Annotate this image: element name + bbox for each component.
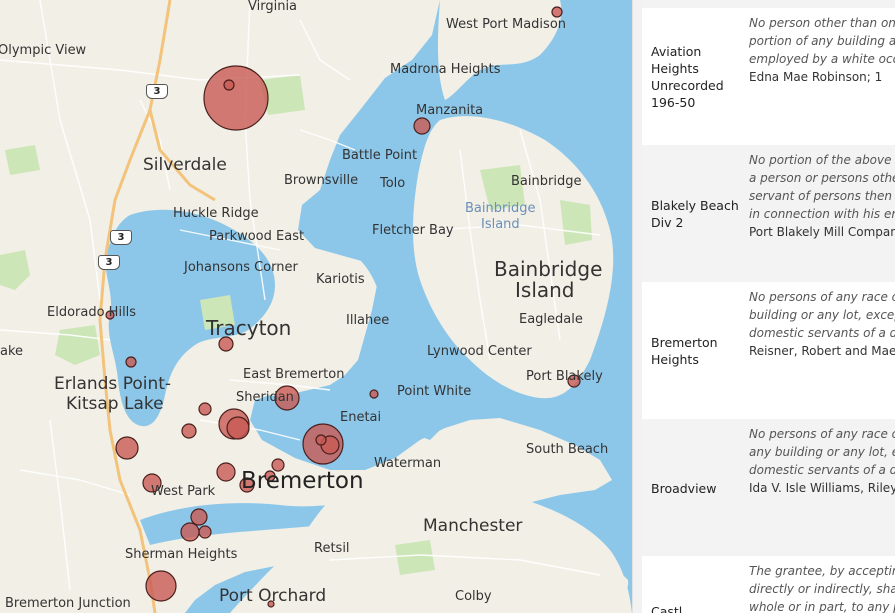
place-label: East Bremerton — [243, 367, 345, 382]
map-marker[interactable] — [551, 6, 563, 18]
covenant-text: in connection with his en — [749, 207, 895, 221]
covenant-detail: The grantee, by acceptin directly or ind… — [749, 562, 895, 613]
place-label: Lynwood Center — [427, 344, 532, 359]
place-label: Illahee — [346, 313, 390, 328]
place-label: Kitsap Lake — [66, 394, 164, 414]
place-label: Manchester — [423, 516, 523, 536]
place-label: Eldorado Hills — [47, 305, 137, 320]
place-label: Brownsville — [284, 173, 359, 188]
covenant-detail: No persons of any race o any building or… — [749, 425, 895, 497]
place-label: Battle Point — [342, 148, 418, 163]
place-label: Port Orchard — [219, 586, 327, 606]
place-label: Parkwood East — [209, 229, 305, 244]
place-label: Island — [481, 217, 520, 232]
covenant-text: domestic servants of a d — [749, 326, 895, 340]
place-label: Tolo — [380, 176, 406, 191]
covenant-table: Aviation Heights Unrecorded 196-50 No pe… — [642, 0, 895, 613]
signers-text: Reisner, Robert and Mae — [749, 344, 895, 358]
place-label: Huckle Ridge — [173, 206, 259, 221]
signers-text: Ida V. Isle Williams, Riley — [749, 481, 895, 495]
place-label: Virginia — [248, 0, 298, 14]
map-marker[interactable] — [198, 525, 212, 539]
map-marker[interactable] — [223, 79, 235, 91]
map-marker[interactable] — [216, 462, 236, 482]
place-label: Fletcher Bay — [372, 223, 454, 238]
place-label: Point White — [397, 384, 472, 399]
covenant-text: servant of persons then — [749, 189, 893, 203]
map-marker[interactable] — [181, 423, 197, 439]
map-marker[interactable] — [198, 402, 212, 416]
table-row[interactable]: Bremerton Heights No persons of any race… — [642, 282, 895, 419]
place-label: Eagledale — [519, 312, 583, 327]
covenant-text: The grantee, by acceptin — [749, 564, 895, 578]
subdivision-name: Bremerton Heights — [651, 335, 718, 367]
covenant-text: portion of any building a — [749, 34, 895, 48]
map-marker[interactable] — [413, 117, 431, 135]
signers-text: Edna Mae Robinson; 1 — [749, 70, 883, 84]
place-label: Port Blakely — [526, 369, 603, 384]
place-label: Sherman Heights — [125, 547, 238, 562]
map-marker[interactable] — [125, 356, 137, 368]
place-label: Bremerton — [241, 468, 364, 494]
signers-text: Port Blakely Mill Compan — [749, 225, 895, 239]
place-label: Johansons Corner — [184, 260, 298, 275]
place-label: Island — [515, 278, 575, 302]
subdivision-name: Aviation Heights Unrecorded 196-50 — [651, 44, 724, 110]
table-row[interactable]: Broadview No persons of any race o any b… — [642, 419, 895, 556]
covenant-detail: No persons of any race o building or any… — [749, 288, 895, 360]
table-row[interactable]: Castl The grantee, by acceptin directly … — [642, 556, 895, 613]
subdivision-name: Castl — [651, 604, 683, 613]
place-label: Bainbridge — [494, 257, 603, 281]
covenant-text: domestic servants of a d — [749, 463, 895, 477]
place-label: Bremerton Junction — [5, 596, 131, 611]
covenant-detail: No portion of the above p a person or pe… — [749, 151, 895, 241]
covenant-text: any building or any lot, e — [749, 445, 895, 459]
place-label: Madrona Heights — [390, 62, 501, 77]
map-marker[interactable] — [315, 434, 327, 446]
highway-shield: 3 — [98, 255, 120, 270]
map-marker[interactable] — [203, 65, 269, 131]
place-label: South Beach — [526, 442, 609, 457]
place-label: Bainbridge — [465, 201, 536, 216]
covenant-text: building or any lot, excep — [749, 308, 895, 322]
covenant-detail: No person other than on portion of any b… — [749, 14, 895, 86]
map-marker[interactable] — [369, 389, 379, 399]
map-view[interactable]: 3 3 3 Virginia West Port Madison Olympic… — [0, 0, 632, 613]
place-label: Olympic View — [0, 43, 87, 58]
covenant-text: No person other than on — [749, 16, 895, 30]
place-label: Kariotis — [316, 272, 365, 287]
subdivision-name: Blakely Beach Div 2 — [651, 198, 739, 230]
covenant-text: employed by a white occ — [749, 52, 895, 66]
covenant-text: directly or indirectly, sha — [749, 582, 895, 596]
place-label: Bainbridge — [511, 174, 582, 189]
place-label: Waterman — [374, 456, 442, 471]
place-label: Colby — [455, 589, 492, 604]
place-label: Silverdale — [143, 155, 227, 175]
place-label: West Port Madison — [446, 17, 567, 32]
table-row[interactable]: Blakely Beach Div 2 No portion of the ab… — [642, 145, 895, 282]
place-label: Tracyton — [206, 316, 292, 340]
map-marker[interactable] — [180, 522, 200, 542]
covenant-text: No persons of any race o — [749, 427, 895, 441]
place-label: Erlands Point- — [54, 374, 172, 394]
place-label: West Park — [151, 484, 216, 499]
subdivision-name: Broadview — [651, 481, 717, 496]
table-row — [642, 0, 895, 8]
place-label: Sheridan — [236, 390, 294, 405]
highway-shield: 3 — [146, 84, 168, 99]
map-marker[interactable] — [190, 508, 208, 526]
map-marker[interactable] — [226, 416, 250, 440]
place-label: Manzanita — [416, 103, 484, 118]
map-marker[interactable] — [115, 436, 139, 460]
covenant-text: a person or persons othe — [749, 171, 895, 185]
highway-shield: 3 — [110, 230, 132, 245]
place-label: Retsil — [314, 541, 350, 556]
covenant-text: No portion of the above p — [749, 153, 895, 167]
covenant-text: No persons of any race o — [749, 290, 895, 304]
place-label: ake — [0, 344, 24, 359]
table-row[interactable]: Aviation Heights Unrecorded 196-50 No pe… — [642, 8, 895, 145]
place-label: Enetai — [340, 410, 382, 425]
covenant-text: whole or in part, to any p — [749, 600, 895, 613]
map-marker[interactable] — [145, 570, 177, 602]
